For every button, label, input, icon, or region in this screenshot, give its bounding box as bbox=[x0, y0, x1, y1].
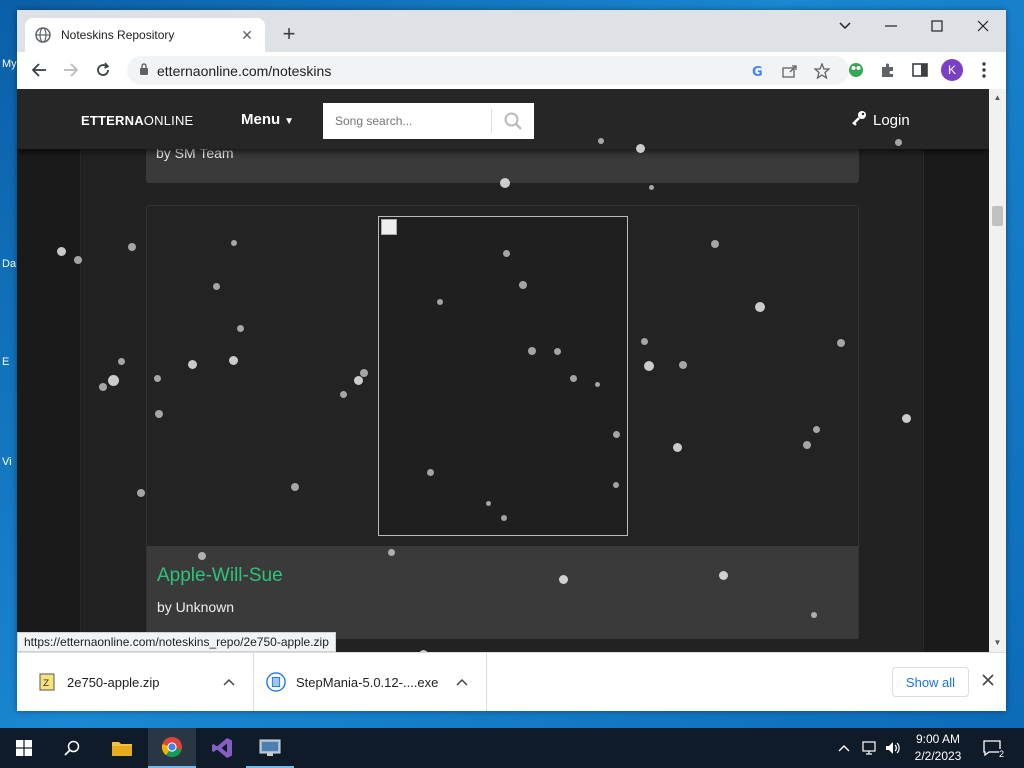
caret-down-icon: ▼ bbox=[284, 116, 295, 127]
minimize-icon[interactable] bbox=[868, 10, 914, 42]
menu-label: Menu bbox=[241, 111, 281, 128]
tab-title: Noteskins Repository bbox=[61, 28, 175, 42]
taskbar-clock[interactable]: 9:00 AM 2/2/2023 bbox=[906, 731, 970, 765]
show-all-downloads-button[interactable]: Show all bbox=[892, 667, 969, 697]
installer-icon bbox=[266, 672, 286, 692]
network-icon[interactable] bbox=[862, 728, 880, 768]
tab-strip: Noteskins Repository ✕ + bbox=[17, 10, 1006, 52]
url-text[interactable]: etternaonline.com/noteskins bbox=[157, 63, 849, 79]
tab-search-chevron-icon[interactable] bbox=[822, 10, 868, 42]
close-window-icon[interactable] bbox=[960, 10, 1006, 42]
site-navbar: ETTERNAONLINE Menu▼ Login bbox=[17, 89, 989, 149]
download-item[interactable]: StepMania-5.0.12-....exe bbox=[254, 653, 487, 711]
google-translate-icon[interactable]: G bbox=[747, 60, 769, 82]
noteskin-author: by Unknown bbox=[157, 599, 235, 615]
site-logo[interactable]: ETTERNAONLINE bbox=[81, 113, 193, 128]
desktop-icon-label[interactable]: Da bbox=[2, 258, 16, 270]
globe-icon bbox=[35, 27, 51, 43]
desktop-icon-label[interactable]: My bbox=[2, 58, 17, 70]
extension-frog-icon[interactable] bbox=[844, 58, 868, 82]
puzzle-extensions-icon[interactable] bbox=[876, 58, 900, 82]
share-icon[interactable] bbox=[779, 60, 801, 82]
address-bar[interactable]: etternaonline.com/noteskins G bbox=[127, 56, 849, 85]
page-gutter-left bbox=[17, 89, 81, 652]
web-page: by SM Team Apple-Will-Sue by Unknown ETT… bbox=[17, 89, 989, 652]
download-item[interactable]: Z 2e750-apple.zip bbox=[17, 653, 254, 711]
clock-date: 2/2/2023 bbox=[914, 749, 962, 763]
noteskin-card-info: Apple-Will-Sue by Unknown bbox=[147, 546, 858, 639]
chrome-taskbar-icon[interactable] bbox=[148, 728, 196, 768]
scroll-up-icon[interactable]: ▲ bbox=[989, 91, 1006, 105]
broken-image-icon bbox=[381, 219, 397, 235]
browser-toolbar: etternaonline.com/noteskins G K bbox=[17, 52, 1006, 89]
file-explorer-icon[interactable] bbox=[98, 728, 146, 768]
download-filename: 2e750-apple.zip bbox=[67, 674, 160, 690]
download-filename: StepMania-5.0.12-....exe bbox=[296, 674, 439, 690]
browser-window: Noteskins Repository ✕ + etternaonline.c… bbox=[17, 10, 1006, 711]
clock-time: 9:00 AM bbox=[915, 732, 961, 746]
maximize-icon[interactable] bbox=[914, 10, 960, 42]
search-icon[interactable] bbox=[492, 103, 534, 139]
link-status-bubble: https://etternaonline.com/noteskins_repo… bbox=[17, 632, 336, 652]
taskbar-search-icon[interactable] bbox=[48, 728, 96, 768]
volume-icon[interactable] bbox=[885, 728, 901, 768]
notification-count: 2 bbox=[998, 749, 1004, 759]
desktop-icon-label[interactable]: Vi bbox=[2, 456, 12, 468]
key-icon bbox=[851, 110, 867, 130]
page-scrollbar[interactable]: ▲ ▼ bbox=[989, 89, 1006, 652]
scrollbar-thumb[interactable] bbox=[992, 206, 1003, 226]
control-panel-icon[interactable] bbox=[246, 728, 294, 768]
new-tab-icon[interactable]: + bbox=[277, 23, 301, 47]
desktop-icon-label[interactable]: E bbox=[2, 356, 9, 368]
back-arrow-icon[interactable] bbox=[27, 58, 51, 82]
scroll-down-icon[interactable]: ▼ bbox=[989, 636, 1006, 650]
windows-taskbar: 9:00 AM 2/2/2023 2 bbox=[0, 728, 1024, 768]
zip-file-icon: Z bbox=[37, 672, 57, 692]
brand-bold: ETTERNA bbox=[81, 113, 144, 128]
show-hidden-icons[interactable] bbox=[838, 728, 850, 768]
login-label: Login bbox=[873, 111, 910, 129]
menu-dropdown[interactable]: Menu ▼ bbox=[241, 111, 294, 128]
more-options-icon[interactable] bbox=[972, 58, 996, 82]
svg-text:Z: Z bbox=[43, 679, 49, 689]
song-search bbox=[323, 103, 534, 139]
noteskin-title-link[interactable]: Apple-Will-Sue bbox=[157, 565, 283, 587]
close-download-shelf-icon[interactable] bbox=[977, 669, 999, 691]
side-panel-icon[interactable] bbox=[908, 58, 932, 82]
svg-text:G: G bbox=[752, 65, 763, 78]
lock-icon[interactable] bbox=[139, 63, 149, 78]
reload-icon[interactable] bbox=[91, 58, 115, 82]
notification-center-icon[interactable]: 2 bbox=[980, 737, 1004, 759]
bookmark-star-icon[interactable] bbox=[811, 60, 833, 82]
login-link[interactable]: Login bbox=[851, 110, 910, 130]
visual-studio-icon[interactable] bbox=[198, 728, 246, 768]
chevron-up-icon[interactable] bbox=[452, 675, 472, 689]
song-search-input[interactable] bbox=[323, 104, 491, 138]
close-tab-icon[interactable]: ✕ bbox=[239, 27, 255, 44]
browser-tab[interactable]: Noteskins Repository ✕ bbox=[25, 18, 265, 52]
noteskin-preview-image[interactable] bbox=[378, 216, 628, 536]
windows-start-icon[interactable] bbox=[0, 728, 48, 768]
page-gutter-right bbox=[923, 89, 989, 652]
profile-avatar[interactable]: K bbox=[941, 59, 963, 81]
chevron-up-icon[interactable] bbox=[219, 675, 239, 689]
noteskin-card[interactable]: Apple-Will-Sue by Unknown bbox=[146, 205, 859, 639]
download-shelf: Z 2e750-apple.zip StepMania-5.0.12-....e… bbox=[17, 652, 1006, 711]
forward-arrow-icon[interactable] bbox=[59, 58, 83, 82]
brand-rest: ONLINE bbox=[143, 113, 194, 128]
